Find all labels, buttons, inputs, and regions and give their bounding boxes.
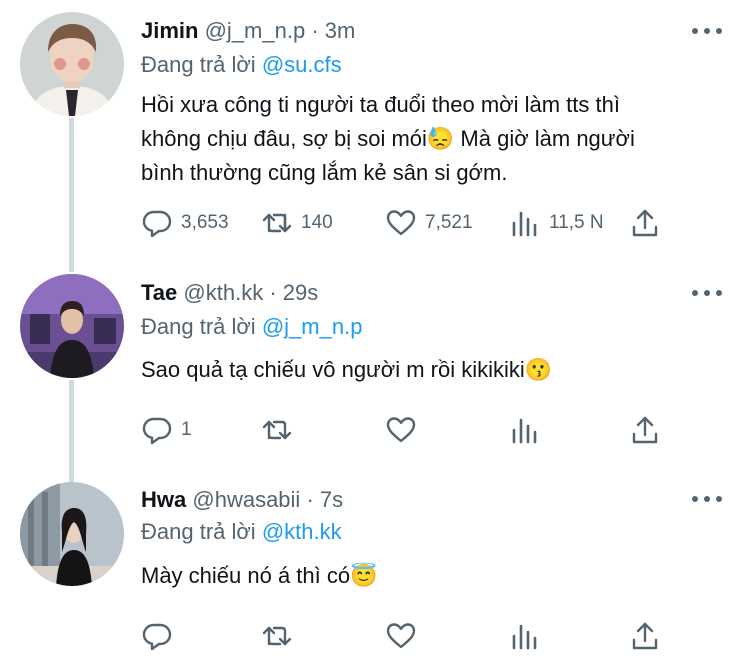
tweet-header: Tae @kth.kk · 29s [141,280,318,306]
separator-dot: · [269,280,277,305]
reply-button[interactable] [141,618,173,654]
views-button[interactable] [509,618,541,654]
reply-icon [142,210,172,238]
reply-button[interactable]: 1 [141,412,192,448]
tweet-jimin[interactable]: Jimin @j_m_n.p · 3m Đang trả lời @su.cfs… [0,0,750,262]
tweet-header: Jimin @j_m_n.p · 3m [141,18,355,44]
like-count: 7,521 [425,212,473,233]
view-count: 11,5 N [549,212,604,233]
separator-dot: · [306,487,314,512]
share-button[interactable] [629,205,661,241]
heart-icon [386,417,416,443]
tweet-header: Hwa @hwasabii · 7s [141,487,343,513]
tweet-text: Sao quả tạ chiếu vô người m rồi kikikiki… [141,353,711,387]
heart-icon [386,210,416,236]
retweet-count: 140 [301,212,333,233]
replying-label: Đang trả lời [141,519,256,544]
reply-icon [142,623,172,651]
tweet-text-line: Sao quả tạ chiếu vô người m rồi kikikiki… [141,357,553,382]
retweet-icon [262,626,292,646]
views-icon [512,624,537,650]
like-button[interactable] [385,618,417,654]
more-options-icon[interactable] [692,494,722,504]
share-icon [632,622,658,650]
more-options-icon[interactable] [692,288,722,298]
retweet-icon [262,420,292,440]
like-button[interactable] [385,412,417,448]
user-handle[interactable]: @hwasabii [192,487,300,512]
timestamp[interactable]: 3m [325,18,356,43]
tweet-actions: 1 [141,412,671,448]
timestamp[interactable]: 7s [320,487,343,512]
avatar-hwa[interactable] [20,482,124,586]
tweet-text-line: bình thường cũng lắm kẻ sân si gớm. [141,160,508,185]
share-button[interactable] [629,618,661,654]
timestamp[interactable]: 29s [283,280,318,305]
replying-label: Đang trả lời [141,52,256,77]
reply-button[interactable]: 3,653 [141,205,229,241]
thread-line [69,472,74,482]
thread-line [69,118,74,262]
user-handle[interactable]: @j_m_n.p [205,18,306,43]
views-button[interactable]: 11,5 N [509,205,604,241]
tweet-text-line: Hồi xưa công ti người ta đuổi theo mời l… [141,92,620,117]
tweet-actions [141,618,671,654]
retweet-icon [262,213,292,233]
share-icon [632,209,658,237]
display-name[interactable]: Hwa [141,487,186,512]
separator-dot: · [311,18,319,43]
retweet-button[interactable] [261,618,293,654]
replying-to: Đang trả lời @su.cfs [141,52,342,78]
reply-icon [142,417,172,445]
thread-line [69,262,74,272]
retweet-button[interactable] [261,412,293,448]
share-button[interactable] [629,412,661,448]
display-name[interactable]: Jimin [141,18,198,43]
reply-mention-link[interactable]: @j_m_n.p [262,314,363,339]
replying-label: Đang trả lời [141,314,256,339]
display-name[interactable]: Tae [141,280,177,305]
tweet-text-line: không chịu đâu, sợ bị soi mói😓 Mà giờ là… [141,126,635,151]
views-icon [512,418,537,444]
tweet-hwa[interactable]: Hwa @hwasabii · 7s Đang trả lời @kth.kk … [0,472,750,662]
more-options-icon[interactable] [692,26,722,36]
thread-line [69,380,74,472]
retweet-button[interactable]: 140 [261,205,333,241]
replying-to: Đang trả lời @kth.kk [141,519,342,545]
avatar-jimin[interactable] [20,12,124,116]
tweet-tae[interactable]: Tae @kth.kk · 29s Đang trả lời @j_m_n.p … [0,262,750,472]
tweet-text: Hồi xưa công ti người ta đuổi theo mời l… [141,88,711,190]
views-icon [512,211,537,237]
tweet-text-line: Mày chiếu nó á thì có😇 [141,563,378,588]
reply-count: 1 [181,419,192,440]
replying-to: Đang trả lời @j_m_n.p [141,314,362,340]
tweet-text: Mày chiếu nó á thì có😇 [141,559,711,593]
reply-count: 3,653 [181,212,229,233]
reply-mention-link[interactable]: @kth.kk [262,519,342,544]
tweet-actions: 3,653 140 7,521 11,5 N [141,205,671,241]
avatar-tae[interactable] [20,274,124,378]
user-handle[interactable]: @kth.kk [183,280,263,305]
heart-icon [386,623,416,649]
like-button[interactable]: 7,521 [385,205,473,241]
views-button[interactable] [509,412,541,448]
share-icon [632,416,658,444]
reply-mention-link[interactable]: @su.cfs [262,52,342,77]
